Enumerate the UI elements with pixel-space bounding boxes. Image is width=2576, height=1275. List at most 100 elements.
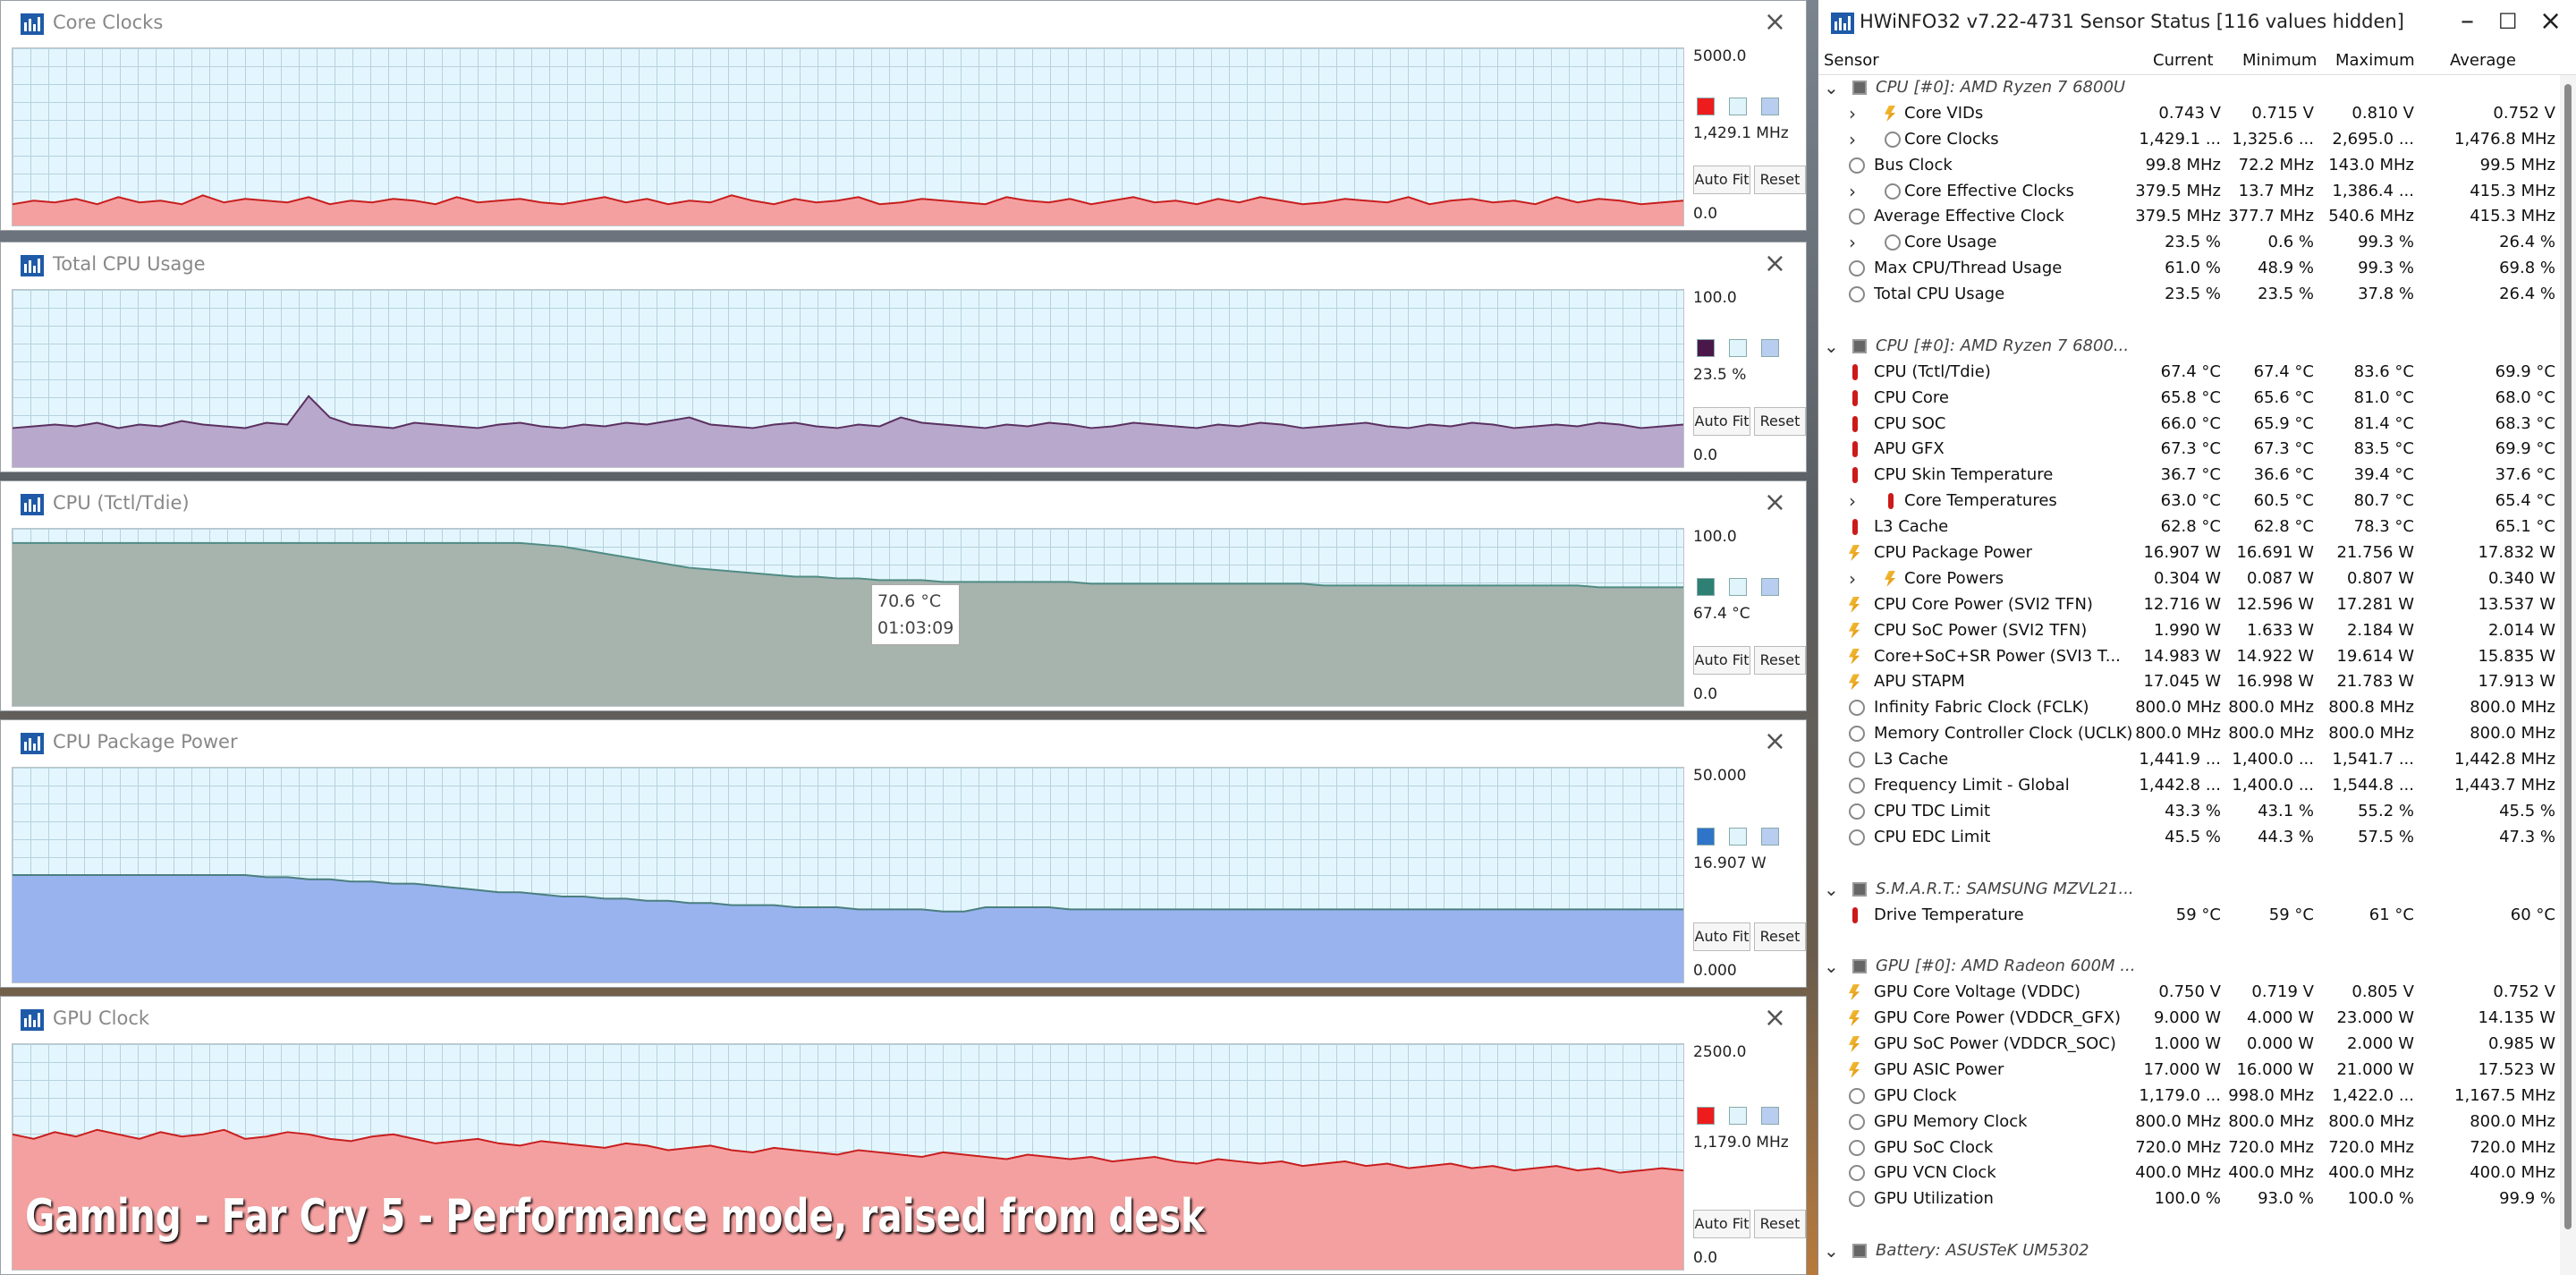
series-color-swatch[interactable] — [1697, 828, 1715, 846]
series-color-swatch-blue[interactable] — [1761, 828, 1779, 846]
sensor-row[interactable]: Infinity Fabric Clock (FCLK) 800.0 MHz 8… — [1818, 695, 2576, 721]
series-color-swatch[interactable] — [1697, 98, 1715, 115]
sensor-row[interactable]: GPU Clock 1,179.0 ... 998.0 MHz 1,422.0 … — [1818, 1084, 2576, 1109]
collapse-chevron-icon[interactable]: ⌄ — [1824, 956, 1839, 977]
sensor-row[interactable]: CPU SoC Power (SVI2 TFN) 1.990 W 1.633 W… — [1818, 618, 2576, 644]
collapse-chevron-icon[interactable]: ⌄ — [1824, 879, 1839, 900]
expand-chevron-icon[interactable]: › — [1849, 232, 1856, 253]
sensor-row[interactable]: APU STAPM 17.045 W 16.998 W 21.783 W 17.… — [1818, 669, 2576, 695]
series-color-swatch-light[interactable] — [1729, 578, 1747, 596]
scrollbar-thumb[interactable] — [2564, 84, 2572, 1229]
series-color-swatch-light[interactable] — [1729, 98, 1747, 115]
sensor-row[interactable]: › Core Usage 23.5 % 0.6 % 99.3 % 26.4 % — [1818, 230, 2576, 256]
expand-chevron-icon[interactable]: › — [1849, 568, 1856, 590]
sensor-row[interactable]: CPU TDC Limit 43.3 % 43.1 % 55.2 % 45.5 … — [1818, 799, 2576, 825]
header-sensor[interactable]: Sensor — [1824, 51, 1879, 70]
auto-fit-button[interactable]: Auto Fit — [1693, 407, 1750, 436]
sensor-row[interactable]: APU GFX 67.3 °C 67.3 °C 83.5 °C 69.9 °C — [1818, 437, 2576, 463]
header-average[interactable]: Average — [2450, 51, 2516, 70]
collapse-chevron-icon[interactable]: ⌄ — [1824, 336, 1839, 357]
graph-plot-area[interactable]: 70.6 °C 01:03:09 — [12, 528, 1684, 707]
sensor-row[interactable]: CPU Package Power 16.907 W 16.691 W 21.7… — [1818, 540, 2576, 566]
sensor-row[interactable]: CPU Core 65.8 °C 65.6 °C 81.0 °C 68.0 °C — [1818, 386, 2576, 412]
auto-fit-button[interactable]: Auto Fit — [1693, 922, 1750, 951]
sensor-group-row[interactable]: ⌄ GPU [#0]: AMD Radeon 600M ... — [1818, 954, 2576, 980]
sensor-row[interactable]: › Core Temperatures 63.0 °C 60.5 °C 80.7… — [1818, 489, 2576, 514]
graph-plot-area[interactable] — [12, 289, 1684, 468]
sensor-row[interactable]: CPU EDC Limit 45.5 % 44.3 % 57.5 % 47.3 … — [1818, 825, 2576, 851]
series-color-swatch-light[interactable] — [1729, 1107, 1747, 1125]
sensor-row[interactable]: Frequency Limit - Global 1,442.8 ... 1,4… — [1818, 773, 2576, 799]
expand-chevron-icon[interactable]: › — [1849, 103, 1856, 124]
sensor-row[interactable]: GPU Core Power (VDDCR_GFX) 9.000 W 4.000… — [1818, 1006, 2576, 1032]
graph-plot-area[interactable] — [12, 767, 1684, 983]
sensor-row[interactable]: CPU SOC 66.0 °C 65.9 °C 81.4 °C 68.3 °C — [1818, 412, 2576, 438]
expand-chevron-icon[interactable]: › — [1849, 129, 1856, 150]
series-color-swatch-blue[interactable] — [1761, 578, 1779, 596]
sensor-row[interactable]: Average Effective Clock 379.5 MHz 377.7 … — [1818, 204, 2576, 230]
auto-fit-button[interactable]: Auto Fit — [1693, 1210, 1750, 1238]
series-color-swatch[interactable] — [1697, 1107, 1715, 1125]
close-icon[interactable]: × — [1764, 487, 1786, 518]
sensor-row[interactable]: GPU VCN Clock 400.0 MHz 400.0 MHz 400.0 … — [1818, 1160, 2576, 1186]
reset-button[interactable]: Reset — [1754, 646, 1806, 675]
expand-chevron-icon[interactable]: › — [1849, 181, 1856, 202]
close-icon[interactable]: × — [2539, 5, 2562, 37]
header-maximum[interactable]: Maximum — [2335, 51, 2415, 70]
collapse-chevron-icon[interactable]: ⌄ — [1824, 1240, 1839, 1262]
sensor-row[interactable]: › Core Clocks 1,429.1 ... 1,325.6 ... 2,… — [1818, 127, 2576, 153]
sensor-row[interactable]: GPU SoC Power (VDDCR_SOC) 1.000 W 0.000 … — [1818, 1032, 2576, 1058]
auto-fit-button[interactable]: Auto Fit — [1693, 646, 1750, 675]
sensor-group-row[interactable]: ⌄ CPU [#0]: AMD Ryzen 7 6800... — [1818, 334, 2576, 360]
close-icon[interactable]: × — [1764, 248, 1786, 279]
reset-button[interactable]: Reset — [1754, 922, 1806, 951]
sensor-row[interactable]: CPU (Tctl/Tdie) 67.4 °C 67.4 °C 83.6 °C … — [1818, 360, 2576, 386]
sensor-row[interactable]: › Core Effective Clocks 379.5 MHz 13.7 M… — [1818, 179, 2576, 205]
sensor-row[interactable]: GPU Memory Clock 800.0 MHz 800.0 MHz 800… — [1818, 1109, 2576, 1135]
graph-title-bar[interactable]: Total CPU Usage × — [1, 242, 1806, 289]
collapse-chevron-icon[interactable]: ⌄ — [1824, 77, 1839, 98]
sensor-group-row[interactable]: ⌄ Battery: ASUSTeK UM5302 — [1818, 1238, 2576, 1264]
series-color-swatch-light[interactable] — [1729, 828, 1747, 846]
sensor-group-row[interactable]: ⌄ S.M.A.R.T.: SAMSUNG MZVL21... — [1818, 877, 2576, 903]
close-icon[interactable]: × — [1764, 1002, 1786, 1033]
reset-button[interactable]: Reset — [1754, 407, 1806, 436]
series-color-swatch-blue[interactable] — [1761, 98, 1779, 115]
sensor-group-row[interactable]: ⌄ CPU [#0]: AMD Ryzen 7 6800U — [1818, 75, 2576, 101]
maximize-icon[interactable]: ☐ — [2498, 9, 2518, 34]
close-icon[interactable]: × — [1764, 6, 1786, 38]
sensor-row[interactable]: Core+SoC+SR Power (SVI3 T... 14.983 W 14… — [1818, 644, 2576, 670]
sensor-row[interactable]: GPU Utilization 100.0 % 93.0 % 100.0 % 9… — [1818, 1186, 2576, 1212]
sensor-row[interactable]: Memory Controller Clock (UCLK) 800.0 MHz… — [1818, 721, 2576, 747]
sensor-row[interactable]: L3 Cache 1,441.9 ... 1,400.0 ... 1,541.7… — [1818, 747, 2576, 773]
graph-title-bar[interactable]: GPU Clock × — [1, 997, 1806, 1043]
close-icon[interactable]: × — [1764, 726, 1786, 757]
reset-button[interactable]: Reset — [1754, 166, 1806, 194]
sensor-row[interactable]: CPU Skin Temperature 36.7 °C 36.6 °C 39.… — [1818, 463, 2576, 489]
graph-plot-area[interactable] — [12, 47, 1684, 226]
sensor-row[interactable]: GPU SoC Clock 720.0 MHz 720.0 MHz 720.0 … — [1818, 1135, 2576, 1161]
sensor-row[interactable]: CPU Core Power (SVI2 TFN) 12.716 W 12.59… — [1818, 592, 2576, 618]
header-current[interactable]: Current — [2153, 51, 2214, 70]
series-color-swatch[interactable] — [1697, 339, 1715, 357]
sensor-title-bar[interactable]: HWiNFO32 v7.22-4731 Sensor Status [116 v… — [1818, 0, 2576, 48]
sensor-row[interactable]: GPU ASIC Power 17.000 W 16.000 W 21.000 … — [1818, 1058, 2576, 1084]
series-color-swatch-light[interactable] — [1729, 339, 1747, 357]
graph-title-bar[interactable]: CPU Package Power × — [1, 720, 1806, 767]
sensor-row[interactable]: GPU Core Voltage (VDDC) 0.750 V 0.719 V … — [1818, 980, 2576, 1006]
vertical-scrollbar[interactable] — [2560, 75, 2576, 1275]
sensor-row[interactable]: › Core Powers 0.304 W 0.087 W 0.807 W 0.… — [1818, 566, 2576, 592]
header-minimum[interactable]: Minimum — [2242, 51, 2317, 70]
series-color-swatch-blue[interactable] — [1761, 339, 1779, 357]
auto-fit-button[interactable]: Auto Fit — [1693, 166, 1750, 194]
sensor-row[interactable]: › Core VIDs 0.743 V 0.715 V 0.810 V 0.75… — [1818, 101, 2576, 127]
reset-button[interactable]: Reset — [1754, 1210, 1806, 1238]
series-color-swatch-blue[interactable] — [1761, 1107, 1779, 1125]
series-color-swatch[interactable] — [1697, 578, 1715, 596]
sensor-row[interactable]: Bus Clock 99.8 MHz 72.2 MHz 143.0 MHz 99… — [1818, 153, 2576, 179]
sensor-row[interactable]: Drive Temperature 59 °C 59 °C 61 °C 60 °… — [1818, 903, 2576, 929]
sensor-row[interactable]: Max CPU/Thread Usage 61.0 % 48.9 % 99.3 … — [1818, 256, 2576, 282]
graph-title-bar[interactable]: Core Clocks × — [1, 1, 1806, 47]
graph-title-bar[interactable]: CPU (Tctl/Tdie) × — [1, 481, 1806, 528]
minimize-icon[interactable]: – — [2461, 5, 2474, 37]
